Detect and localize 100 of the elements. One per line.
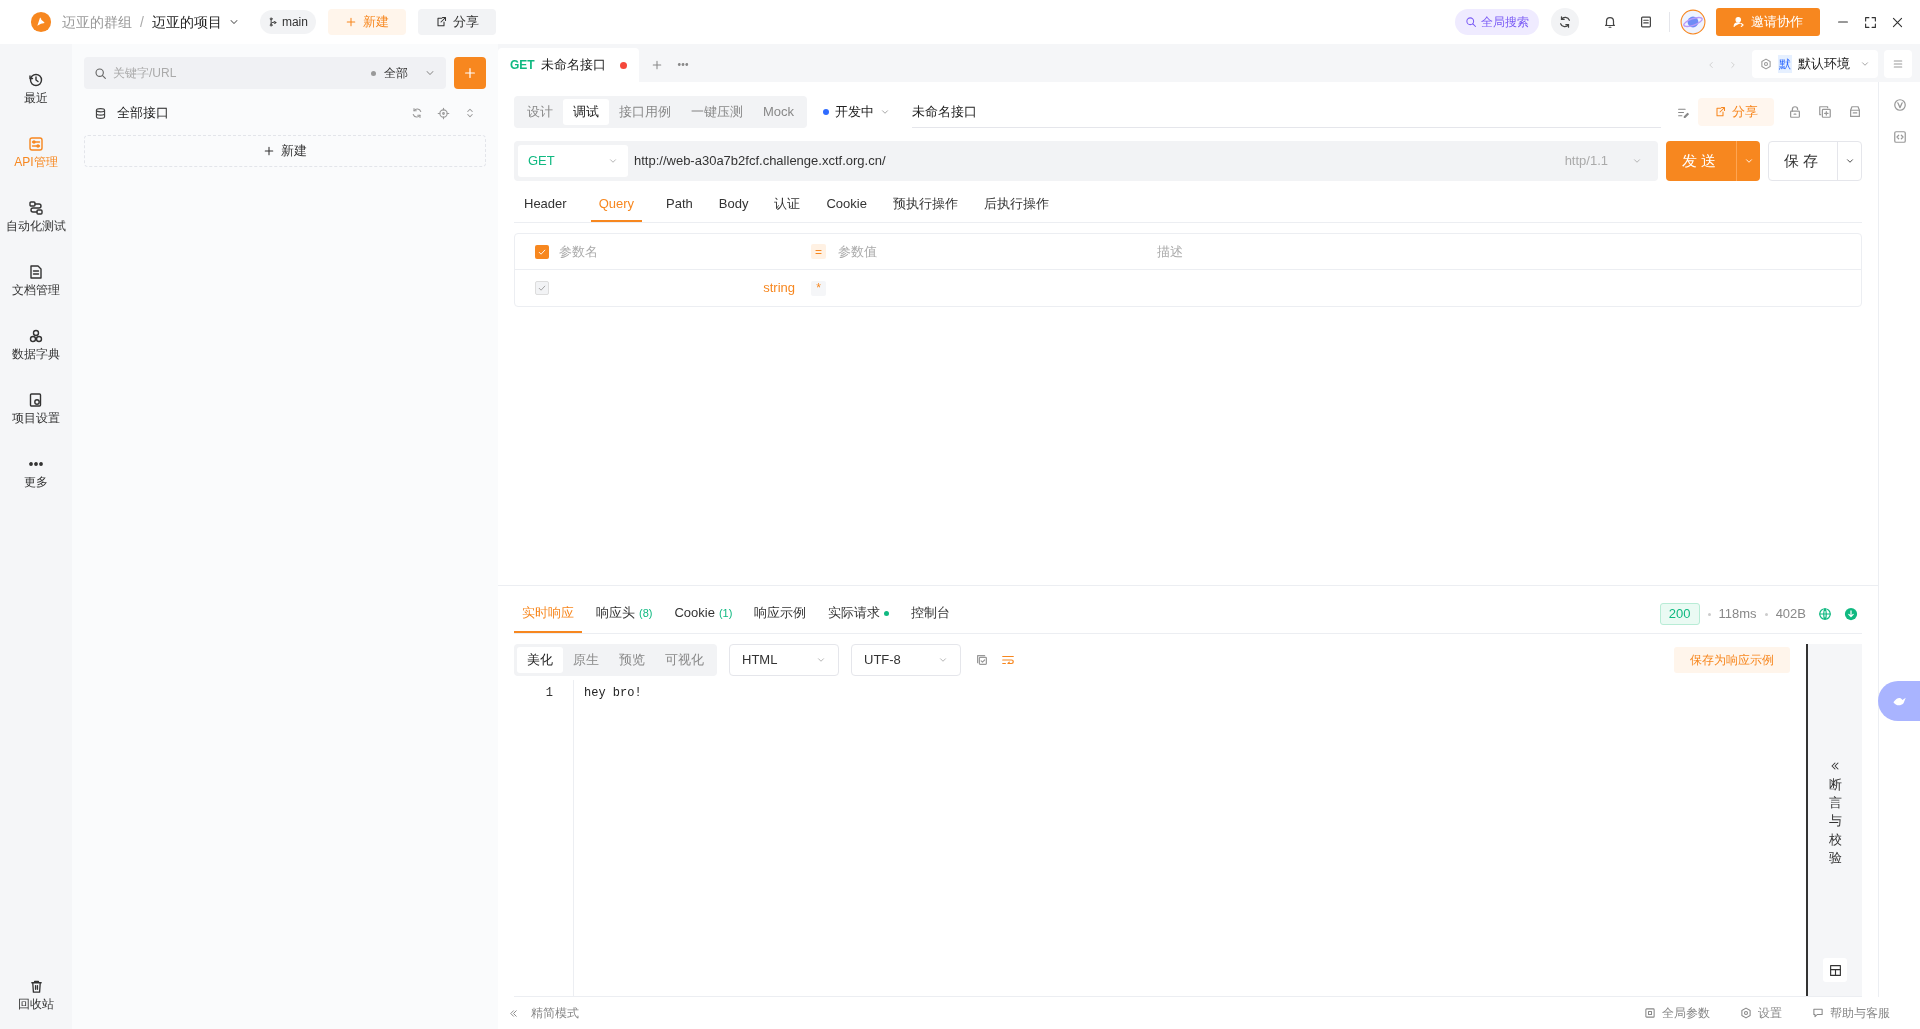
chevron-down-icon: [816, 655, 826, 665]
flow-icon: [28, 199, 44, 216]
database-icon: [94, 106, 107, 120]
global-search-button[interactable]: 全局搜索: [1455, 9, 1539, 35]
api-icon: [28, 135, 44, 152]
format-dropdown[interactable]: HTML: [729, 644, 839, 676]
param-tab[interactable]: Cookie: [824, 188, 869, 222]
plus-icon[interactable]: [650, 59, 663, 71]
branch-name: main: [281, 14, 308, 31]
double-chevron-left-icon[interactable]: [508, 1007, 519, 1019]
search-field[interactable]: 关键字/URL 全部: [84, 57, 446, 89]
param-tab[interactable]: Header: [522, 188, 569, 222]
menu-button[interactable]: [1884, 50, 1912, 78]
nav-item[interactable]: 更多: [0, 440, 72, 504]
param-tab[interactable]: 后执行操作: [981, 188, 1051, 222]
nav-item[interactable]: 文档管理: [0, 248, 72, 312]
close-icon[interactable]: [1891, 15, 1904, 29]
share-icon: [434, 16, 447, 28]
archive-icon[interactable]: [1848, 105, 1862, 119]
double-chevron-left-icon[interactable]: [1829, 760, 1841, 772]
wrap-icon[interactable]: [1001, 653, 1015, 667]
lock-icon[interactable]: [1788, 105, 1802, 119]
globe-icon[interactable]: [1818, 607, 1832, 621]
response-tab[interactable]: 响应头 (8): [588, 595, 661, 633]
param-tab[interactable]: 认证: [772, 188, 803, 222]
response-tab[interactable]: 控制台: [903, 595, 959, 633]
share-button[interactable]: 分享: [417, 9, 496, 35]
avatar-icon[interactable]: [1680, 9, 1706, 35]
download-icon[interactable]: [1844, 607, 1858, 621]
branch-selector[interactable]: main: [259, 10, 316, 34]
nav-item[interactable]: 数据字典: [0, 312, 72, 376]
bell-icon[interactable]: [1603, 15, 1617, 29]
view-tab[interactable]: 美化: [517, 647, 563, 673]
gear-icon[interactable]: [1740, 1007, 1752, 1019]
format-dropdown[interactable]: UTF-8: [851, 644, 961, 676]
settings-link[interactable]: 设置: [1758, 1004, 1782, 1022]
status-dropdown[interactable]: 开发中: [823, 102, 891, 122]
param-tab[interactable]: Body: [716, 188, 751, 222]
chevron-down-icon: [1743, 156, 1754, 166]
mode-tab[interactable]: 调试: [563, 99, 609, 125]
menu-icon: [1892, 58, 1904, 70]
filter-dropdown[interactable]: 全部: [371, 64, 436, 82]
project-name[interactable]: 迈亚的项目: [151, 11, 222, 33]
column-header: 参数值: [838, 242, 877, 261]
tree-item[interactable]: 全部接口: [117, 103, 169, 123]
nav-item[interactable]: 最近: [0, 56, 72, 120]
checkbox[interactable]: [535, 281, 549, 295]
new-api-button[interactable]: 新建: [84, 135, 486, 167]
code-icon[interactable]: [1892, 130, 1907, 144]
more-icon[interactable]: [676, 63, 689, 66]
response-time: 118ms: [1718, 605, 1757, 624]
user-icon: [1733, 16, 1745, 28]
notes-icon[interactable]: [1639, 15, 1653, 29]
response-tab[interactable]: 响应示例: [746, 595, 815, 633]
chevron-down-icon: [880, 107, 891, 117]
copy-icon[interactable]: [1818, 105, 1832, 119]
trash-icon: [28, 979, 44, 994]
nav-item[interactable]: 自动化测试: [0, 184, 72, 248]
help-link[interactable]: 帮助与客服: [1830, 1004, 1890, 1022]
chat-icon[interactable]: [1812, 1007, 1824, 1019]
v-circle-icon[interactable]: [1892, 98, 1907, 112]
environment-selector[interactable]: 默 默认环境: [1752, 50, 1878, 78]
more-icon: [28, 461, 44, 466]
column-header: 描述: [1157, 242, 1183, 261]
copy-icon[interactable]: [975, 653, 989, 667]
trash-button[interactable]: 回收站: [0, 973, 72, 1017]
chevron-down-icon: [938, 655, 948, 665]
branch-icon: [267, 17, 278, 27]
refresh-icon: [1558, 15, 1572, 29]
global-params-link[interactable]: 全局参数: [1662, 1004, 1710, 1022]
api-tab[interactable]: GET 未命名接口: [498, 48, 639, 82]
checkbox[interactable]: [535, 244, 549, 259]
line-number: 1: [544, 685, 554, 702]
share-icon: [1714, 106, 1726, 118]
add-button[interactable]: [454, 57, 486, 89]
refresh-icon[interactable]: [411, 107, 423, 119]
side-panel-title[interactable]: 断言与校验: [1828, 776, 1842, 867]
chevron-down-icon: [1860, 59, 1870, 69]
expand-icon[interactable]: [464, 107, 476, 119]
nav-item[interactable]: 项目设置: [0, 376, 72, 440]
params-icon[interactable]: [1644, 1007, 1656, 1019]
check-icon: [537, 283, 547, 293]
logo-icon: [30, 11, 52, 33]
assistant-button[interactable]: [1878, 681, 1920, 721]
compact-mode-link[interactable]: 精简模式: [531, 1004, 579, 1022]
response-tab[interactable]: Cookie (1): [666, 595, 741, 633]
search-icon: [94, 66, 107, 80]
clock-icon: [28, 71, 44, 88]
chevron-down-icon: [1632, 156, 1642, 166]
dictionary-icon: [28, 327, 44, 344]
maximize-icon[interactable]: [1864, 15, 1877, 29]
layout-button[interactable]: [1823, 958, 1847, 982]
code-line: hey bro!: [584, 685, 643, 702]
refresh-button[interactable]: [1551, 8, 1579, 36]
response-tab[interactable]: 实际请求: [820, 595, 898, 633]
api-name-field[interactable]: 未命名接口: [912, 96, 1661, 128]
locate-icon[interactable]: [437, 106, 450, 120]
plus-icon: [263, 145, 275, 157]
param-tab[interactable]: 预执行操作: [890, 188, 960, 222]
param-tab[interactable]: Path: [664, 188, 695, 222]
